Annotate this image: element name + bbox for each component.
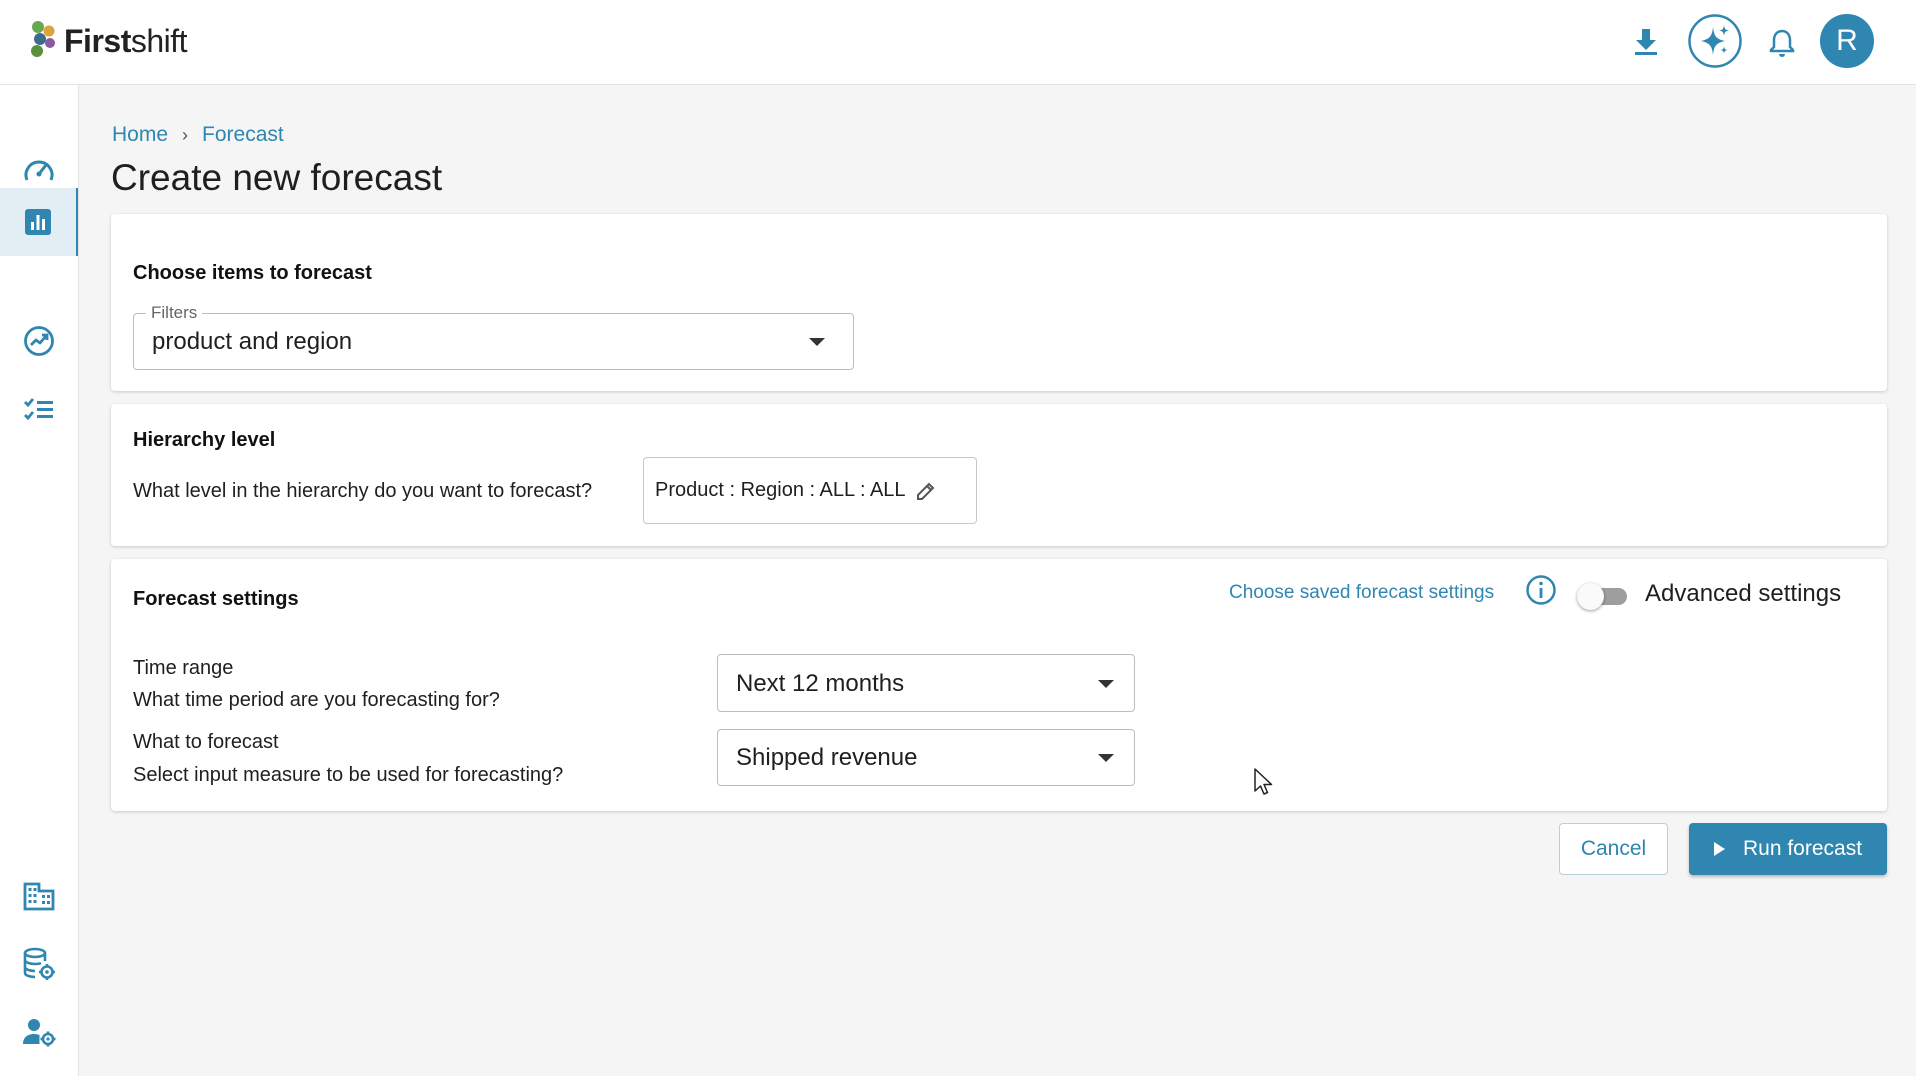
time-range-value: Next 12 months [736,670,905,697]
time-range-label: Time range [133,657,234,679]
time-range-select[interactable]: Next 12 months [717,654,1135,712]
run-forecast-label: Run forecast [1742,837,1863,860]
brand-name: Firstshift [64,22,188,59]
top-bar: Firstshift R [0,0,1916,85]
choose-items-title: Choose items to forecast [133,262,372,284]
sidebar-item-user-settings[interactable] [0,998,78,1066]
measure-select[interactable]: Shipped revenue [717,729,1135,786]
measure-question: Select input measure to be used for fore… [133,764,564,786]
sidebar-item-forecast[interactable] [0,188,78,256]
chevron-down-icon [1098,754,1114,762]
breadcrumb-separator: › [182,124,189,145]
forecast-settings-title: Forecast settings [133,588,299,610]
advanced-settings-label: Advanced settings [1645,580,1842,607]
advanced-settings-toggle[interactable] [1577,581,1629,611]
breadcrumb-home-link[interactable]: Home [112,123,168,147]
download-icon[interactable] [1626,22,1666,62]
breadcrumb: Home › Forecast [112,123,284,147]
info-icon[interactable] [1525,574,1557,611]
sidebar-item-tasks[interactable] [0,375,78,443]
sidebar-item-data-settings[interactable] [0,930,78,998]
database-settings-icon [23,947,55,980]
mouse-cursor-icon [1253,767,1275,802]
notification-bell-icon[interactable] [1762,23,1802,63]
ai-sparkle-icon[interactable] [1687,13,1743,69]
time-range-question: What time period are you forecasting for… [133,689,500,711]
user-avatar[interactable]: R [1820,14,1874,68]
organization-building-icon [23,882,55,911]
choose-items-card: Choose items to forecast Filters product… [111,214,1887,391]
chevron-down-icon [1098,680,1114,688]
firstshift-logo[interactable]: Firstshift [28,18,188,64]
hierarchy-level-selector[interactable]: Product : Region : ALL : ALL [643,457,977,524]
page-title: Create new forecast [111,157,443,198]
filters-select[interactable]: Filters product and region [133,303,854,370]
breadcrumb-forecast-link[interactable]: Forecast [202,123,284,147]
trending-up-icon [24,326,54,356]
pencil-edit-icon[interactable] [914,479,938,503]
sidebar [0,85,79,1076]
cancel-button[interactable]: Cancel [1559,823,1668,875]
filters-legend: Filters [146,303,203,323]
user-settings-icon [23,1019,56,1047]
hierarchy-level-card: Hierarchy level What level in the hierar… [111,404,1887,546]
filters-value: product and region [152,328,353,355]
choose-saved-settings-link[interactable]: Choose saved forecast settings [1229,582,1494,604]
checklist-icon [24,398,53,421]
forecast-settings-card: Forecast settings Choose saved forecast … [111,559,1887,811]
measure-value: Shipped revenue [736,744,918,771]
measure-label: What to forecast [133,731,279,753]
dashboard-gauge-icon [24,160,54,181]
logo-mark-icon [31,21,55,57]
sidebar-item-analytics[interactable] [0,307,78,375]
run-forecast-button[interactable]: Run forecast [1689,823,1887,875]
hierarchy-level-title: Hierarchy level [133,429,276,451]
hierarchy-question: What level in the hierarchy do you want … [133,480,593,502]
chevron-down-icon [809,338,825,346]
sidebar-item-organization[interactable] [0,862,78,930]
play-icon [1713,842,1725,856]
bar-chart-icon [25,209,51,235]
hierarchy-level-value: Product : Region : ALL : ALL [655,479,906,501]
